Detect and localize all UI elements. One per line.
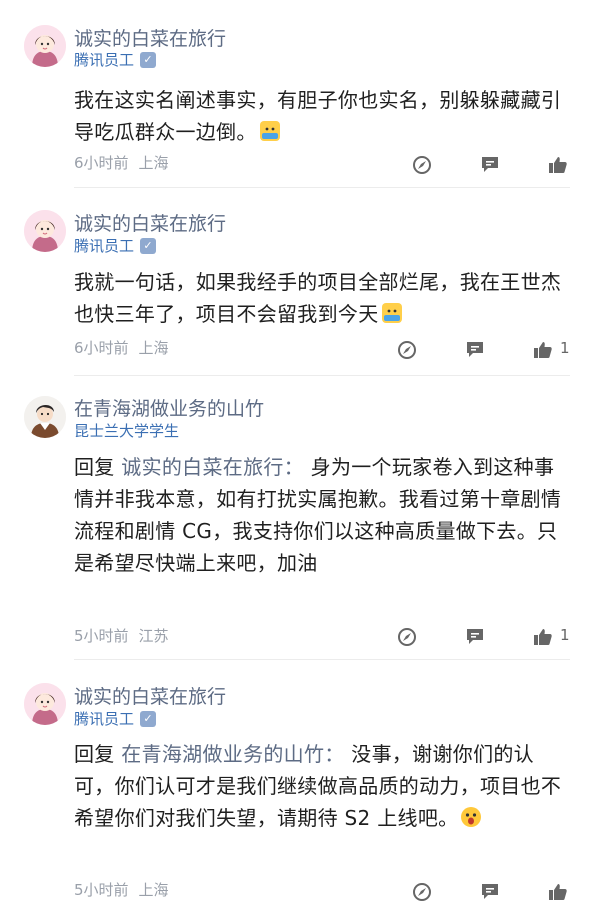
divider [74, 187, 570, 188]
verified-check-icon: ✓ [140, 237, 157, 254]
comment-location: 上海 [138, 154, 169, 172]
niu-cai-emoji [381, 302, 403, 324]
avatar[interactable] [24, 683, 66, 725]
comment-body: 我就一句话，如果我经手的项目全部烂尾，我在王世杰也快三年了，项目不会留我到今天 [74, 270, 562, 326]
avatar[interactable] [24, 25, 66, 67]
comment-location: 上海 [138, 881, 169, 899]
avatar[interactable] [24, 210, 66, 252]
subtitle-text: 昆士兰大学学生 [74, 422, 180, 440]
comment-meta: 6小时前 上海 [74, 337, 169, 358]
comment-location: 上海 [138, 339, 169, 357]
comment-item: 诚实的白菜在旅行 腾讯员工 ✓ 我在这实名阐述事实，有胆子你也实名，别躲躲藏藏引… [0, 0, 594, 190]
comment-time: 5小时前 [74, 881, 129, 899]
verified-check-icon: ✓ [140, 710, 157, 727]
subtitle-text: 腾讯员工 [74, 51, 135, 69]
avatar[interactable] [24, 396, 66, 438]
reply-prefix: 回复 [74, 742, 115, 766]
comment-item: 在青海湖做业务的山竹 昆士兰大学学生 回复 诚实的白菜在旅行： 身为一个玩家卷入… [0, 376, 594, 660]
reply-prefix: 回复 [74, 455, 115, 479]
comment-item: 诚实的白菜在旅行 腾讯员工 ✓ 我就一句话，如果我经手的项目全部烂尾，我在王世杰… [0, 190, 594, 376]
comment-text: 我就一句话，如果我经手的项目全部烂尾，我在王世杰也快三年了，项目不会留我到今天 [74, 266, 574, 330]
author-name[interactable]: 在青海湖做业务的山竹 [74, 394, 264, 421]
subtitle-text: 腾讯员工 [74, 237, 135, 255]
share-compass-icon[interactable] [396, 626, 418, 648]
verified-check-icon: ✓ [140, 51, 157, 68]
author-subtitle: 腾讯员工 ✓ [74, 708, 157, 729]
comment-item: 诚实的白菜在旅行 腾讯员工 ✓ 回复 在青海湖做业务的山竹： 没事，谢谢你们的认… [0, 660, 594, 916]
comment-bubble-icon[interactable] [479, 153, 501, 175]
comment-bubble-icon[interactable] [479, 880, 501, 902]
comment-time: 6小时前 [74, 154, 129, 172]
thumbs-up-icon[interactable] [532, 339, 554, 361]
comment-text: 回复 诚实的白菜在旅行： 身为一个玩家卷入到这种事情并非我本意，如有打扰实属抱歉… [74, 451, 574, 579]
comment-time: 6小时前 [74, 339, 129, 357]
comment-location: 江苏 [138, 627, 169, 645]
share-compass-icon[interactable] [411, 881, 433, 903]
author-subtitle: 腾讯员工 ✓ [74, 49, 157, 70]
share-compass-icon[interactable] [396, 339, 418, 361]
author-name[interactable]: 诚实的白菜在旅行 [74, 682, 226, 709]
share-compass-icon[interactable] [411, 154, 433, 176]
subtitle-text: 腾讯员工 [74, 710, 135, 728]
comment-bubble-icon[interactable] [464, 625, 486, 647]
comment-text: 我在这实名阐述事实，有胆子你也实名，别躲躲藏藏引导吃瓜群众一边倒。 [74, 84, 574, 148]
author-subtitle: 昆士兰大学学生 [74, 420, 179, 441]
comment-body: 我在这实名阐述事实，有胆子你也实名，别躲躲藏藏引导吃瓜群众一边倒。 [74, 88, 562, 144]
comment-bubble-icon[interactable] [464, 338, 486, 360]
comment-meta: 5小时前 上海 [74, 879, 169, 900]
thumbs-up-icon[interactable] [547, 881, 569, 903]
reply-to-link[interactable]: 在青海湖做业务的山竹： [121, 742, 344, 766]
author-subtitle: 腾讯员工 ✓ [74, 235, 157, 256]
thumbs-up-icon[interactable] [532, 626, 554, 648]
shocked-face-emoji [460, 806, 482, 828]
comment-time: 5小时前 [74, 627, 129, 645]
like-count: 1 [560, 626, 570, 644]
reply-to-link[interactable]: 诚实的白菜在旅行： [121, 455, 304, 479]
comment-meta: 6小时前 上海 [74, 152, 169, 173]
comment-text: 回复 在青海湖做业务的山竹： 没事，谢谢你们的认可，你们认可才是我们继续做高品质… [74, 738, 574, 834]
comment-meta: 5小时前 江苏 [74, 625, 169, 646]
author-name[interactable]: 诚实的白菜在旅行 [74, 209, 226, 236]
author-name[interactable]: 诚实的白菜在旅行 [74, 24, 226, 51]
thumbs-up-icon[interactable] [547, 154, 569, 176]
like-count: 1 [560, 339, 570, 357]
niu-cai-emoji [259, 120, 281, 142]
